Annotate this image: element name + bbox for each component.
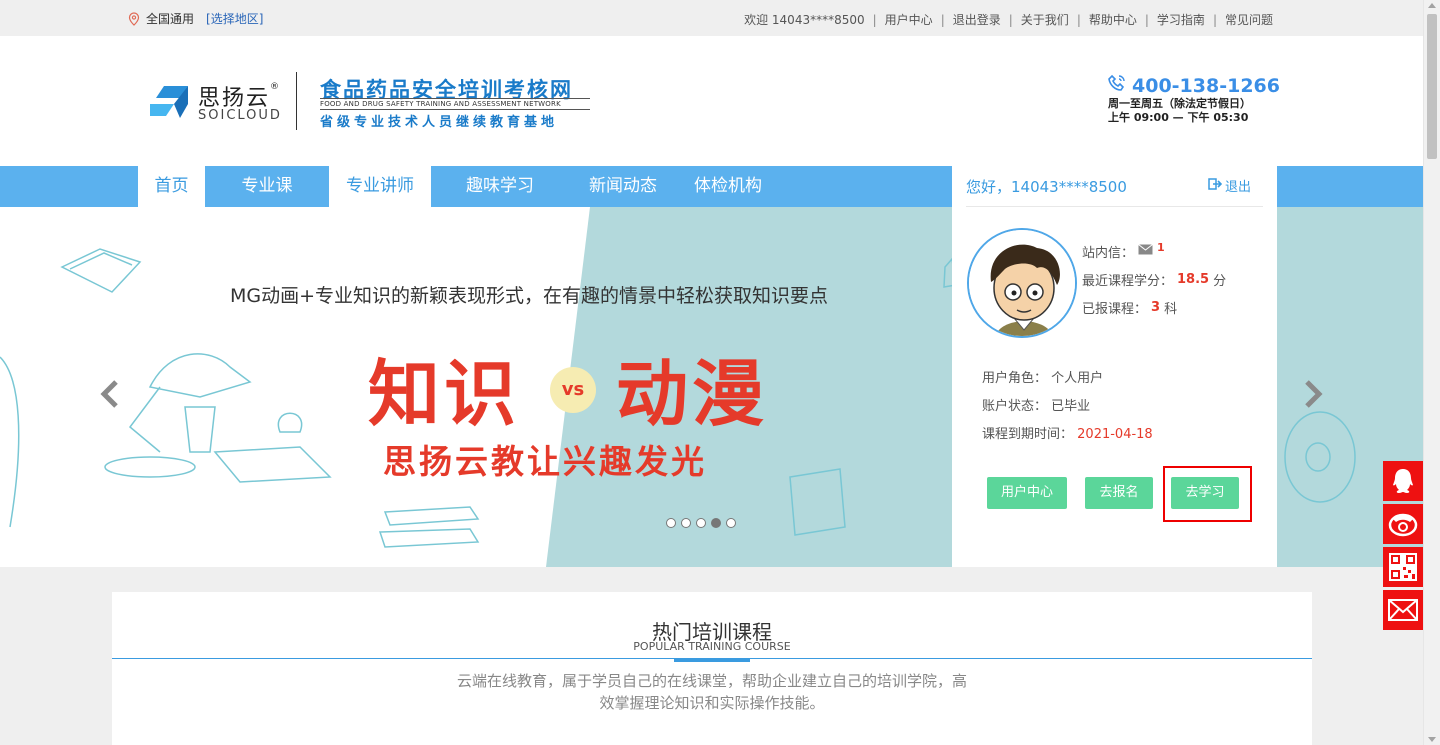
qrcode-icon[interactable] [1383,547,1423,587]
top-link-help[interactable]: 帮助中心 [1089,11,1137,28]
banner-vs-badge: vs [550,367,596,413]
hotline-hours-1: 周一至周五（除法定节假日） [1108,97,1251,110]
top-link-logout[interactable]: 退出登录 [953,11,1001,28]
carousel-next-arrow-icon[interactable] [1303,379,1323,409]
credits-value: 18.5 [1177,272,1210,287]
panel-divider [966,206,1263,207]
user-center-button[interactable]: 用户中心 [987,477,1067,509]
separator: | [872,12,877,27]
site-header: 思扬云 ® SOICLOUD 食品药品安全培训考核网 FOOD AND DRUG… [0,36,1423,166]
nav-courses[interactable]: 专业课 [205,166,329,207]
welcome-text: 欢迎 14043****8500 [744,13,865,27]
carousel-dot[interactable] [681,518,691,528]
banner-left-word: 知识 [368,352,521,436]
site-title-en: FOOD AND DRUG SAFETY TRAINING AND ASSESS… [320,98,590,110]
site-subtitle: 省级专业技术人员继续教育基地 [320,115,559,130]
hotline-number-row: 400-138-1266 [1108,74,1280,97]
section-description-line-2: 效掌握理论知识和实际操作技能。 [599,694,825,712]
logout-label: 退出 [1224,180,1251,195]
nav-clinics[interactable]: 体检机构 [677,166,779,207]
messages-label: 站内信： [1082,246,1135,261]
logout-icon [1208,177,1223,195]
separator: | [1008,12,1013,27]
enroll-button[interactable]: 去报名 [1085,477,1153,509]
banner-slogan: 思扬云教让兴趣发光 [383,442,707,481]
role-value: 个人用户 [1051,371,1104,386]
info-role: 用户角色： 个人用户 [982,367,1103,386]
courses-unit: 科 [1164,302,1178,317]
avatar[interactable] [967,228,1077,338]
nav-home[interactable]: 首页 [138,166,205,207]
hotline-hours-2: 上午 09:00 — 下午 05:30 [1108,111,1249,124]
main-nav: 首页 专业课 专业讲师 趣味学习 新闻动态 体检机构 [138,166,779,207]
highlight-box [1163,466,1252,522]
carousel-dot[interactable] [726,518,736,528]
separator: | [1212,12,1217,27]
phone-icon[interactable] [1383,504,1423,544]
page-scrollbar[interactable] [1423,0,1440,745]
section-accent-bar [674,658,750,662]
nav-fun-learning[interactable]: 趣味学习 [431,166,569,207]
panel-logout-link[interactable]: 退出 [1208,176,1251,195]
credits-label: 最近课程学分： [1082,274,1174,289]
info-status: 账户状态： 已毕业 [982,395,1090,414]
location-pin-icon [128,11,140,26]
user-greeting: 您好，14043****8500 [966,178,1127,196]
carousel-dot[interactable] [696,518,706,528]
select-region-link[interactable]: [选择地区] [206,10,263,27]
hotline: 400-138-1266 周一至周五（除法定节假日） 上午 09:00 — 下午… [1108,74,1280,125]
top-link-guide[interactable]: 学习指南 [1157,11,1205,28]
top-bar: 全国通用 [选择地区] 欢迎 14043****8500 | 用户中心 | 退出… [0,0,1423,36]
stat-credits: 最近课程学分： 18.5 分 [1082,270,1226,289]
expire-label: 课程到期时间： [982,427,1074,442]
page: 全国通用 [选择地区] 欢迎 14043****8500 | 用户中心 | 退出… [0,0,1423,745]
expire-value: 2021-04-18 [1077,427,1153,442]
courses-label: 已报课程： [1082,302,1148,317]
carousel-dot-active[interactable] [711,518,721,528]
scroll-down-arrow-icon[interactable] [1428,737,1436,742]
status-value: 已毕业 [1051,399,1091,414]
carousel-dot[interactable] [666,518,676,528]
top-link-faq[interactable]: 常见问题 [1225,11,1273,28]
qq-icon[interactable] [1383,461,1423,501]
role-label: 用户角色： [982,371,1048,386]
separator: | [1076,12,1081,27]
top-links: 欢迎 14043****8500 | 用户中心 | 退出登录 | 关于我们 | … [744,11,1273,28]
nav-lecturers[interactable]: 专业讲师 [329,166,431,207]
banner-right-word: 动漫 [616,352,769,436]
status-label: 账户状态： [982,399,1048,414]
top-link-about[interactable]: 关于我们 [1021,11,1069,28]
nav-news[interactable]: 新闻动态 [569,166,677,207]
separator: | [940,12,945,27]
scroll-thumb[interactable] [1427,14,1437,159]
credits-unit: 分 [1213,274,1227,289]
top-link-user-center[interactable]: 用户中心 [885,11,933,28]
carousel-prev-arrow-icon[interactable] [100,379,120,409]
logo-mark-icon[interactable] [150,84,190,125]
phone-icon [1108,74,1126,97]
mail-icon[interactable] [1383,590,1423,630]
banner-tagline: MG动画+专业知识的新颖表现形式，在有趣的情景中轻松获取知识要点 [230,285,829,307]
brand-name-en: SOICLOUD [198,108,282,123]
section-description: 云端在线教育，属于学员自己的在线课堂，帮助企业建立自己的培训学院，高 效掌握理论… [432,670,992,714]
registered-mark: ® [270,82,279,92]
mail-icon [1138,244,1153,259]
popular-courses-section: 热门培训课程 POPULAR TRAINING COURSE 云端在线教育，属于… [112,592,1312,745]
scroll-up-arrow-icon[interactable] [1428,3,1436,8]
header-divider [296,72,297,130]
region-name: 全国通用 [146,12,195,26]
section-subtitle: POPULAR TRAINING COURSE [633,640,791,653]
stat-messages[interactable]: 站内信： 1 [1082,241,1165,261]
section-description-line-1: 云端在线教育，属于学员自己的在线课堂，帮助企业建立自己的培训学院，高 [456,672,967,690]
region-selector: 全国通用 [选择地区] [128,10,263,27]
stat-courses: 已报课程： 3 科 [1082,298,1177,317]
hotline-number: 400-138-1266 [1132,74,1280,97]
courses-value: 3 [1151,300,1161,315]
separator: | [1144,12,1149,27]
info-expire: 课程到期时间： 2021-04-18 [982,423,1153,442]
messages-count: 1 [1157,241,1165,254]
carousel-dots [666,518,736,528]
